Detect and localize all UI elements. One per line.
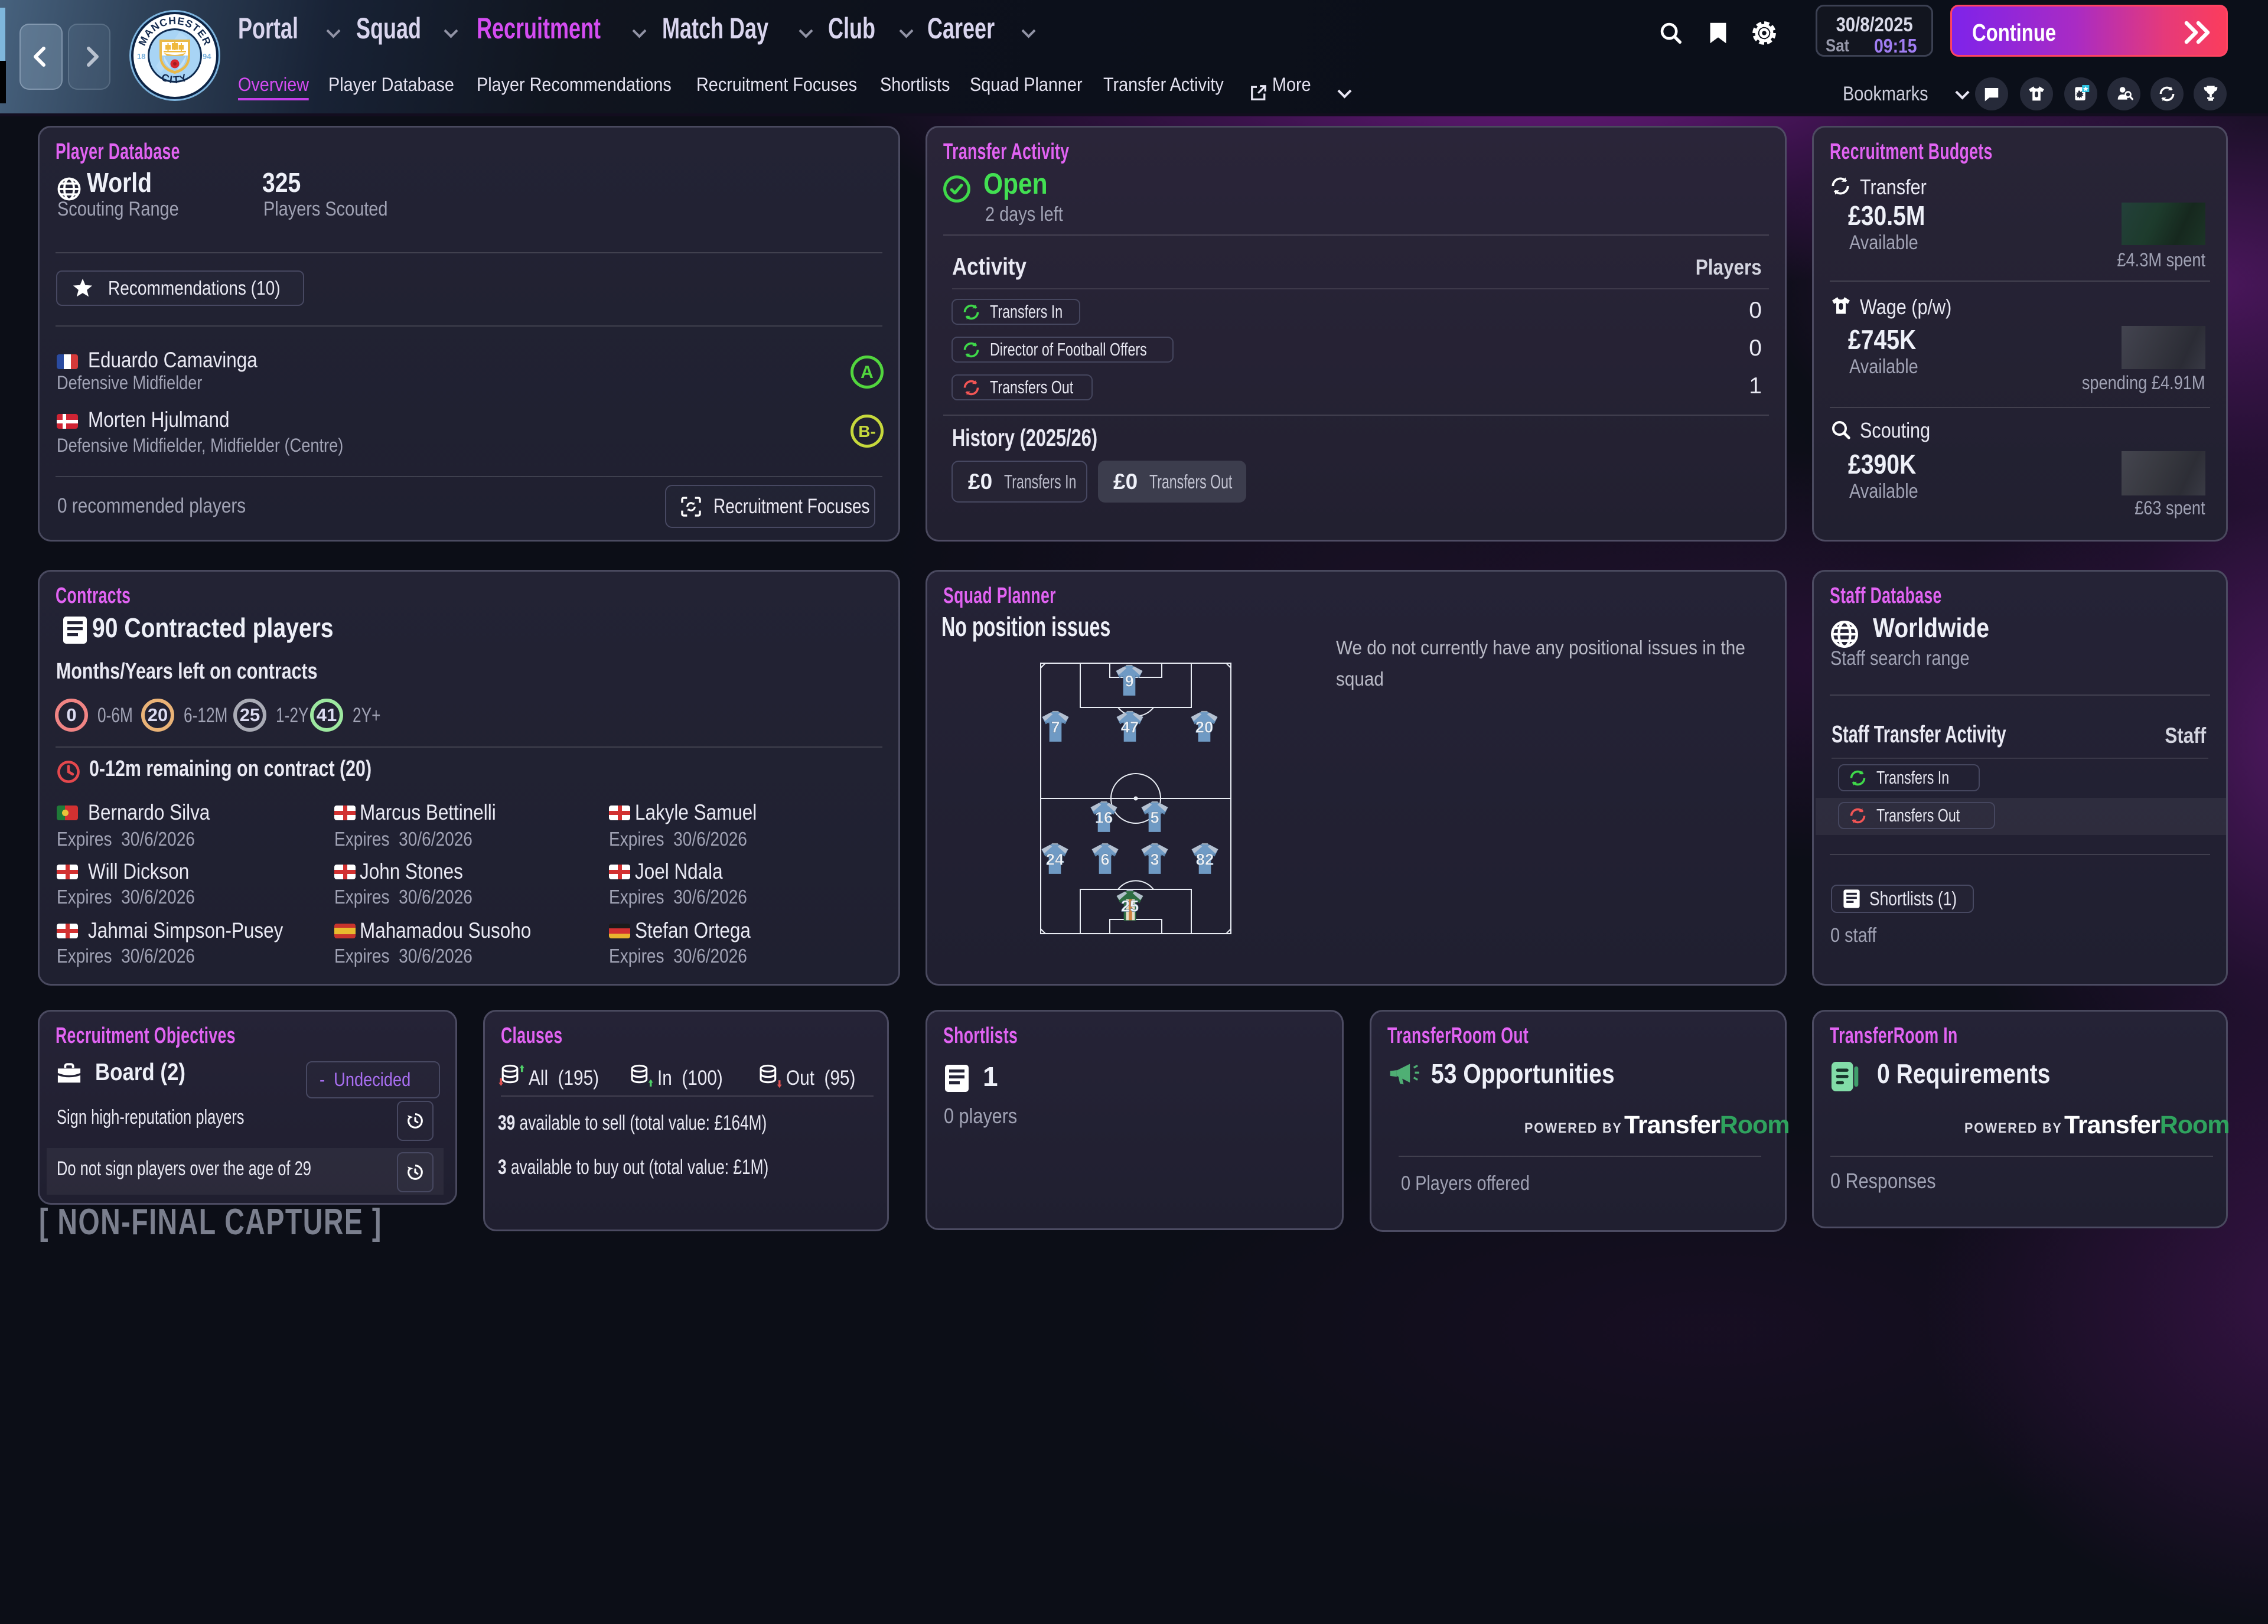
svg-text:24: 24 bbox=[1046, 850, 1064, 868]
svg-text:9: 9 bbox=[1125, 671, 1133, 690]
svg-text:16: 16 bbox=[1095, 808, 1113, 826]
svg-text:6: 6 bbox=[1100, 850, 1109, 868]
svg-text:5: 5 bbox=[1150, 808, 1159, 826]
svg-text:25: 25 bbox=[1121, 896, 1139, 915]
svg-text:3: 3 bbox=[1150, 850, 1159, 868]
svg-text:82: 82 bbox=[1196, 850, 1214, 868]
svg-text:20: 20 bbox=[1195, 718, 1213, 736]
svg-text:18: 18 bbox=[137, 52, 145, 61]
svg-text:94: 94 bbox=[203, 52, 211, 61]
svg-text:7: 7 bbox=[1051, 718, 1060, 736]
svg-text:47: 47 bbox=[1121, 718, 1139, 736]
